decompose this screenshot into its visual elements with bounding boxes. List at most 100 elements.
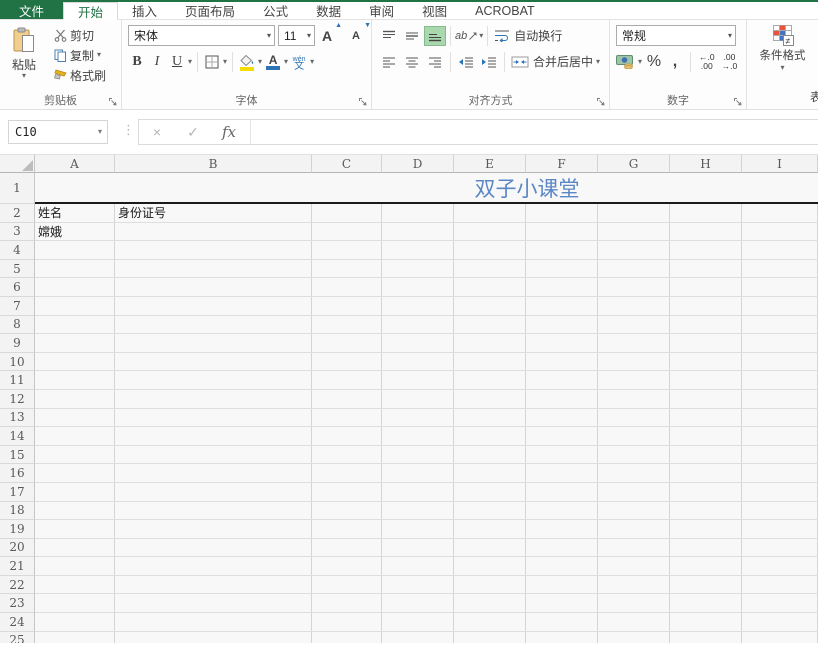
formula-input[interactable] bbox=[254, 120, 818, 144]
cell-D13[interactable] bbox=[382, 409, 454, 427]
cell-H17[interactable] bbox=[670, 483, 742, 501]
align-right-button[interactable] bbox=[424, 52, 446, 72]
increase-decimal-button[interactable]: ←.0 .00 bbox=[697, 51, 717, 73]
borders-dropdown-caret[interactable]: ▾ bbox=[223, 59, 227, 65]
orientation-button[interactable]: ab bbox=[455, 25, 478, 47]
cell-G5[interactable] bbox=[598, 260, 670, 278]
cell-C9[interactable] bbox=[312, 334, 382, 352]
cell-I6[interactable] bbox=[742, 278, 818, 296]
wrap-text-button[interactable]: 自动换行 bbox=[492, 27, 564, 44]
row-header-20[interactable]: 20 bbox=[0, 539, 35, 558]
cell-A25[interactable] bbox=[35, 632, 115, 643]
cell-D9[interactable] bbox=[382, 334, 454, 352]
cell-C25[interactable] bbox=[312, 632, 382, 643]
cell-B8[interactable] bbox=[115, 316, 312, 334]
cell-E11[interactable] bbox=[454, 371, 526, 389]
row-header-17[interactable]: 17 bbox=[0, 483, 35, 502]
cell-H9[interactable] bbox=[670, 334, 742, 352]
underline-dropdown-caret[interactable]: ▾ bbox=[188, 59, 192, 65]
cell-F8[interactable] bbox=[526, 316, 598, 334]
cell-C6[interactable] bbox=[312, 278, 382, 296]
cell-B16[interactable] bbox=[115, 464, 312, 482]
cell-B23[interactable] bbox=[115, 594, 312, 612]
cell-G25[interactable] bbox=[598, 632, 670, 643]
cell-E7[interactable] bbox=[454, 297, 526, 315]
cell-E9[interactable] bbox=[454, 334, 526, 352]
cell-I13[interactable] bbox=[742, 409, 818, 427]
align-left-button[interactable] bbox=[378, 52, 400, 72]
cell-C12[interactable] bbox=[312, 390, 382, 408]
cell-B22[interactable] bbox=[115, 576, 312, 594]
cell-A11[interactable] bbox=[35, 371, 115, 389]
cell-G15[interactable] bbox=[598, 446, 670, 464]
cell-F25[interactable] bbox=[526, 632, 598, 643]
accounting-format-button[interactable] bbox=[616, 51, 635, 73]
row-header-21[interactable]: 21 bbox=[0, 557, 35, 576]
cell-A6[interactable] bbox=[35, 278, 115, 296]
cell-E2[interactable] bbox=[454, 204, 526, 222]
cell-H4[interactable] bbox=[670, 241, 742, 259]
format-as-table-partial-label[interactable]: 表 bbox=[810, 88, 818, 105]
cell-B19[interactable] bbox=[115, 520, 312, 538]
cell-C21[interactable] bbox=[312, 557, 382, 575]
cell-I16[interactable] bbox=[742, 464, 818, 482]
cell-D2[interactable] bbox=[382, 204, 454, 222]
cell-F18[interactable] bbox=[526, 502, 598, 520]
cell-H3[interactable] bbox=[670, 223, 742, 241]
font-color-dropdown-caret[interactable]: ▾ bbox=[284, 59, 288, 65]
row-header-12[interactable]: 12 bbox=[0, 390, 35, 409]
cell-A9[interactable] bbox=[35, 334, 115, 352]
font-dialog-launcher-icon[interactable] bbox=[358, 97, 368, 107]
cell-C24[interactable] bbox=[312, 613, 382, 631]
cell-F13[interactable] bbox=[526, 409, 598, 427]
phonetic-guide-button[interactable]: wén 文 bbox=[290, 51, 308, 73]
cell-G7[interactable] bbox=[598, 297, 670, 315]
borders-button[interactable] bbox=[203, 51, 221, 73]
alignment-dialog-launcher-icon[interactable] bbox=[596, 97, 606, 107]
cell-A21[interactable] bbox=[35, 557, 115, 575]
cell-G24[interactable] bbox=[598, 613, 670, 631]
cell-I9[interactable] bbox=[742, 334, 818, 352]
font-color-button[interactable]: A bbox=[264, 51, 282, 73]
cell-H22[interactable] bbox=[670, 576, 742, 594]
column-header-C[interactable]: C bbox=[312, 155, 382, 173]
fill-color-dropdown-caret[interactable]: ▾ bbox=[258, 59, 262, 65]
cell-I21[interactable] bbox=[742, 557, 818, 575]
decrease-decimal-button[interactable]: .00 →.0 bbox=[720, 51, 740, 73]
cell-E3[interactable] bbox=[454, 223, 526, 241]
cell-H25[interactable] bbox=[670, 632, 742, 643]
cell-D24[interactable] bbox=[382, 613, 454, 631]
conditional-formatting-button[interactable]: ≠ 条件格式 ▾ bbox=[752, 23, 814, 71]
row-header-19[interactable]: 19 bbox=[0, 520, 35, 539]
cell-I14[interactable] bbox=[742, 427, 818, 445]
cell-H19[interactable] bbox=[670, 520, 742, 538]
cell-D11[interactable] bbox=[382, 371, 454, 389]
cell-A7[interactable] bbox=[35, 297, 115, 315]
cell-I10[interactable] bbox=[742, 353, 818, 371]
cell-B5[interactable] bbox=[115, 260, 312, 278]
cell-E18[interactable] bbox=[454, 502, 526, 520]
decrease-font-size-button[interactable]: A▼ bbox=[347, 25, 365, 47]
insert-function-button[interactable]: fx bbox=[211, 123, 247, 141]
cell-H16[interactable] bbox=[670, 464, 742, 482]
cell-C4[interactable] bbox=[312, 241, 382, 259]
tab-home[interactable]: 开始 bbox=[63, 2, 118, 20]
cell-D10[interactable] bbox=[382, 353, 454, 371]
cell-F9[interactable] bbox=[526, 334, 598, 352]
cell-B12[interactable] bbox=[115, 390, 312, 408]
cell-A3[interactable]: 嫦娥 bbox=[35, 223, 115, 241]
cell-E25[interactable] bbox=[454, 632, 526, 643]
decrease-indent-button[interactable] bbox=[455, 52, 477, 72]
cell-A17[interactable] bbox=[35, 483, 115, 501]
cell-D21[interactable] bbox=[382, 557, 454, 575]
cell-D4[interactable] bbox=[382, 241, 454, 259]
row-header-6[interactable]: 6 bbox=[0, 278, 35, 297]
name-box[interactable]: C10 ▾ bbox=[8, 120, 108, 144]
cell-E14[interactable] bbox=[454, 427, 526, 445]
cell-A8[interactable] bbox=[35, 316, 115, 334]
cell-C8[interactable] bbox=[312, 316, 382, 334]
bold-button[interactable]: B bbox=[128, 51, 146, 73]
cell-C14[interactable] bbox=[312, 427, 382, 445]
column-header-G[interactable]: G bbox=[598, 155, 670, 173]
row-header-5[interactable]: 5 bbox=[0, 260, 35, 279]
